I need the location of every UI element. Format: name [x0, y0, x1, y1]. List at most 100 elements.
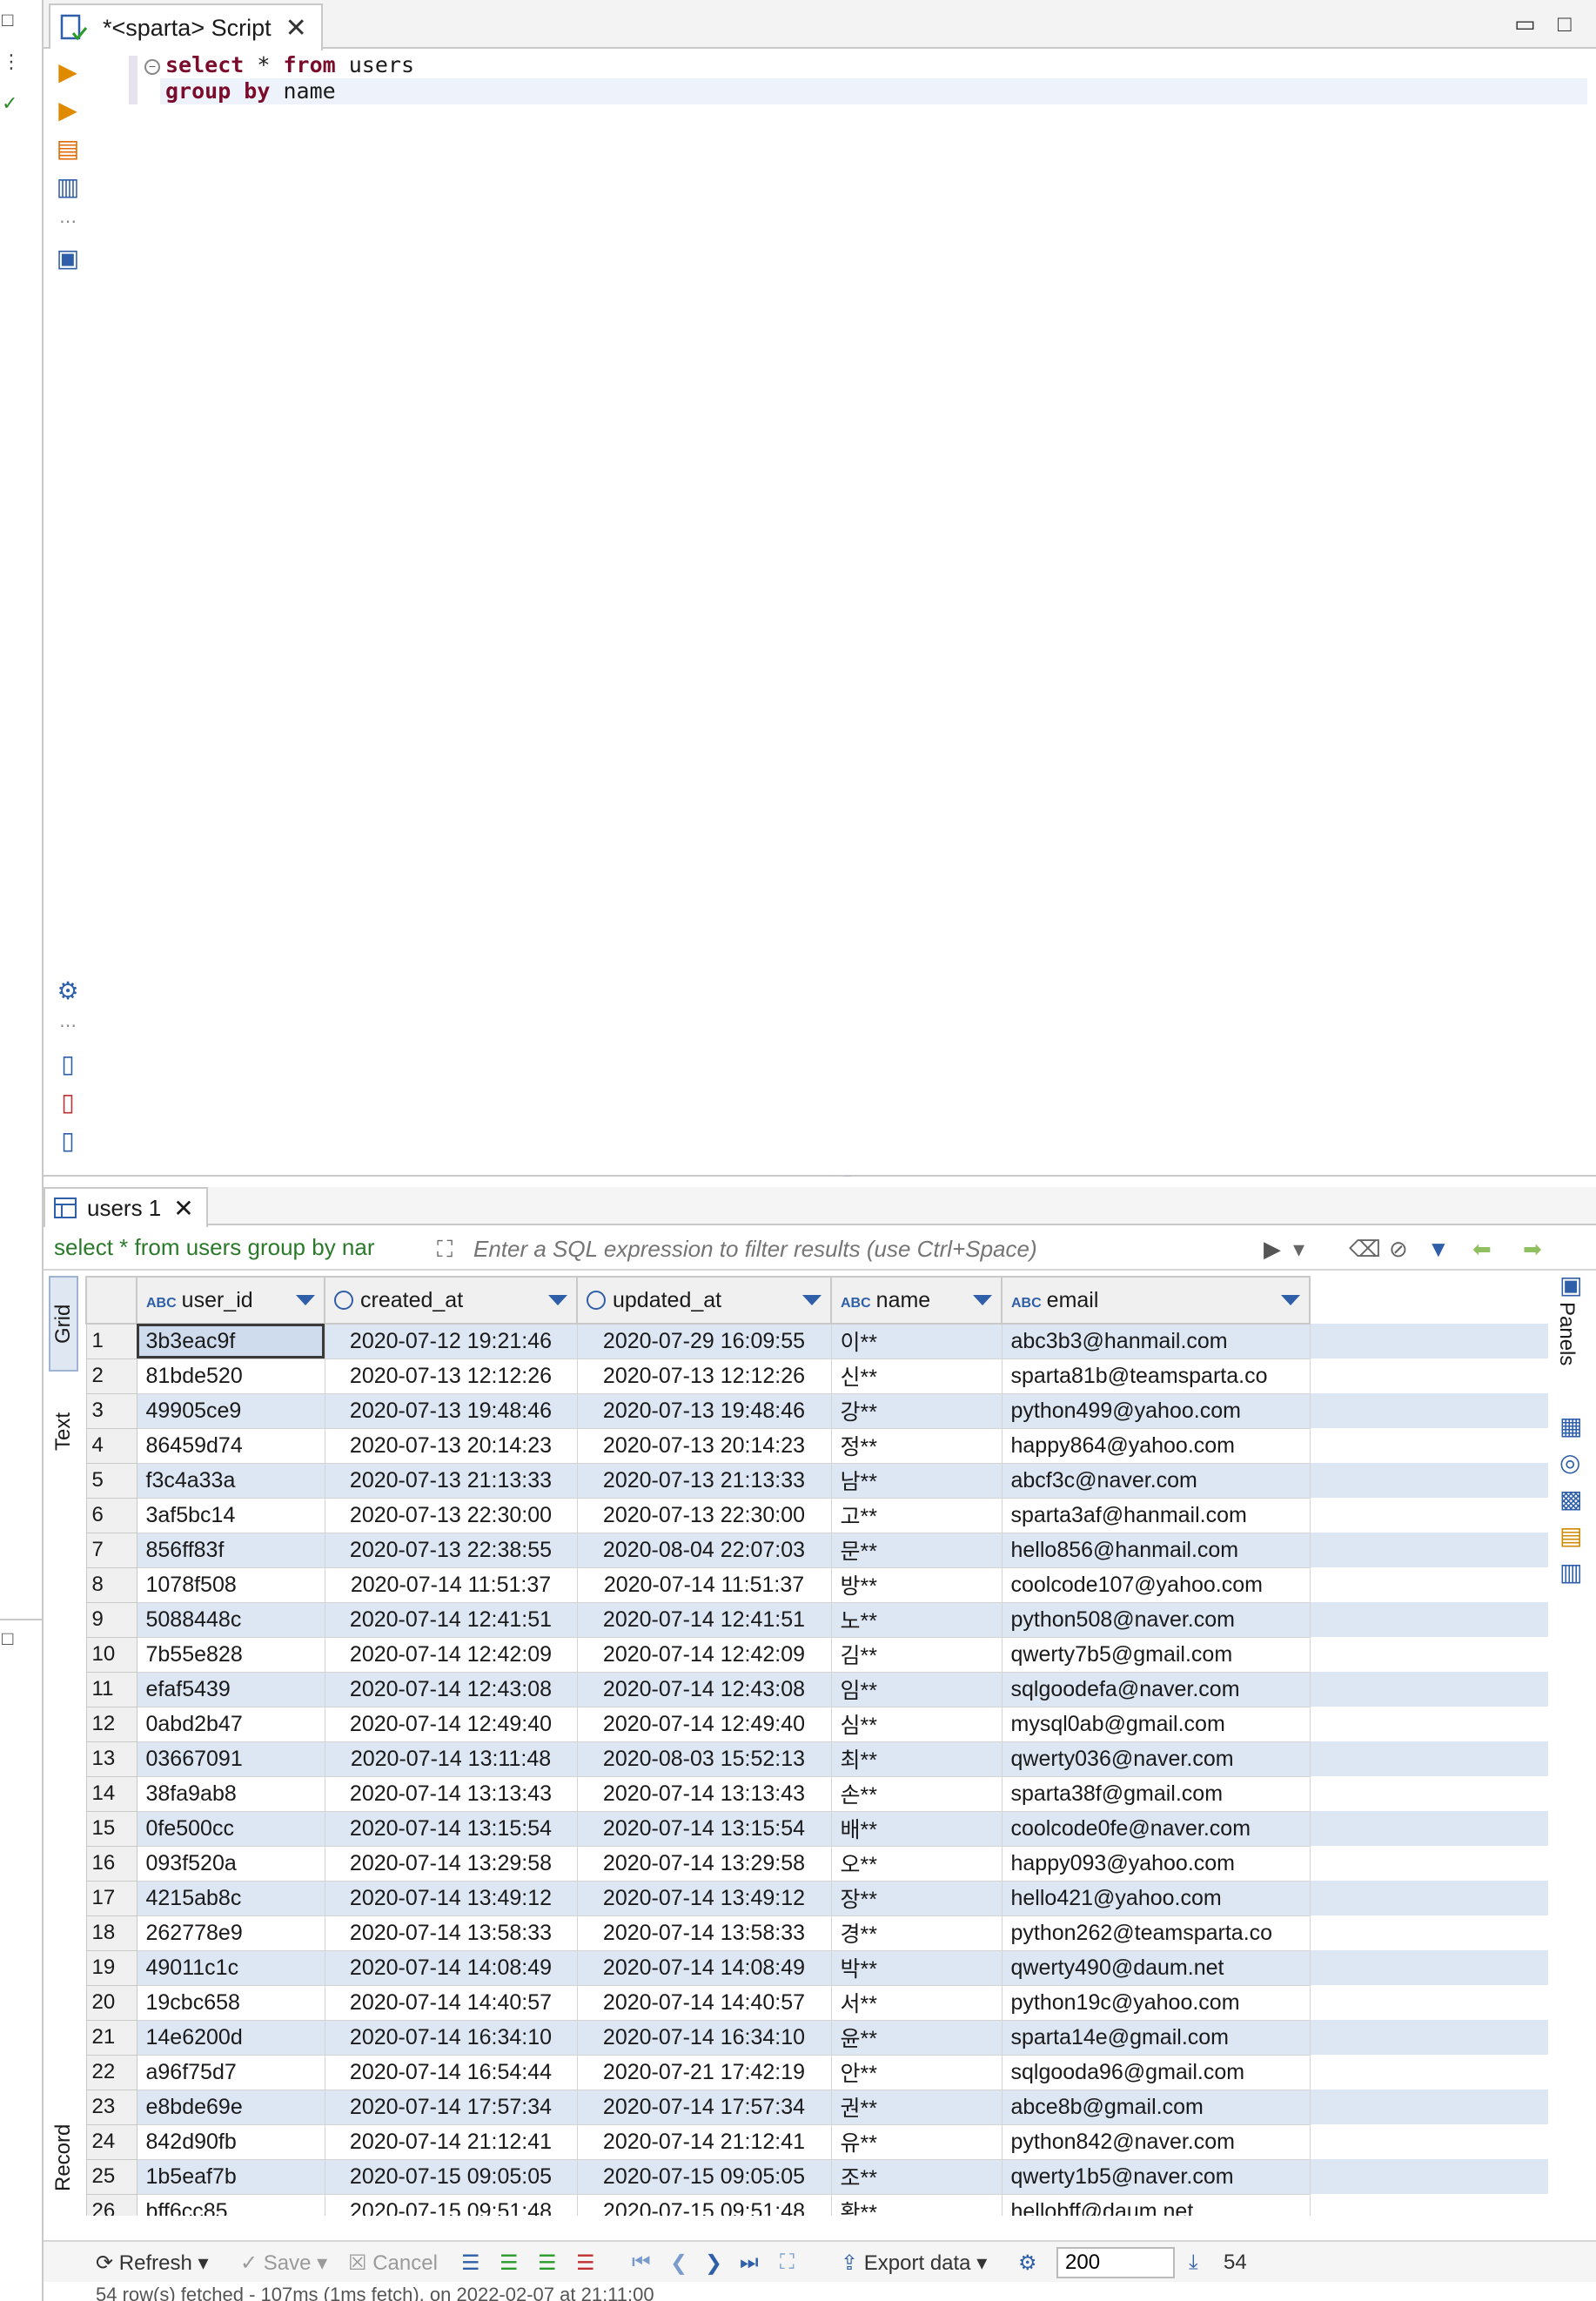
fetch-all-icon[interactable]: ⛶	[780, 2251, 795, 2275]
execute-new-tab-icon[interactable]: ▶	[52, 94, 84, 125]
next-page-icon[interactable]: ❯	[705, 2251, 722, 2276]
cell-updated-at[interactable]: 2020-07-14 11:51:37	[576, 1566, 832, 1603]
cell-email[interactable]: abce8b@gmail.com	[1001, 2089, 1311, 2125]
cell-created-at[interactable]: 2020-07-13 12:12:26	[324, 1358, 578, 1394]
table-row[interactable]: 4 86459d74 2020-07-13 20:14:23 2020-07-13 2…	[85, 1427, 1548, 1464]
explain-plan-icon[interactable]: ▥	[52, 171, 84, 202]
cell-name[interactable]: 안**	[830, 2054, 1003, 2090]
cell-user-id[interactable]: 4215ab8c	[136, 1880, 325, 1916]
cell-email[interactable]: sparta38f@gmail.com	[1001, 1775, 1311, 1812]
table-row[interactable]: 11 efaf5439 2020-07-14 12:43:08 2020-07-14 …	[85, 1671, 1548, 1707]
cell-email[interactable]: sqlgoodefa@naver.com	[1001, 1671, 1311, 1707]
gear-icon[interactable]: ⚙	[52, 975, 84, 1006]
cell-user-id[interactable]: 86459d74	[136, 1427, 325, 1464]
cell-created-at[interactable]: 2020-07-14 11:51:37	[324, 1566, 578, 1603]
table-row[interactable]: 10 7b55e828 2020-07-14 12:42:09 2020-07-14 …	[85, 1636, 1548, 1673]
cell-created-at[interactable]: 2020-07-13 22:38:55	[324, 1532, 578, 1568]
row-number[interactable]: 26	[85, 2193, 137, 2216]
gear-icon[interactable]: ⚙	[1018, 2251, 1037, 2276]
row-number[interactable]: 22	[85, 2054, 137, 2090]
back-arrow-icon[interactable]: ⬅	[1472, 1236, 1492, 1263]
row-number[interactable]: 20	[85, 1984, 137, 2021]
corner-cell[interactable]	[85, 1276, 137, 1325]
table-row[interactable]: 19 49011c1c 2020-07-14 14:08:49 2020-07-14 …	[85, 1949, 1548, 1986]
cell-name[interactable]: 강**	[830, 1392, 1003, 1429]
row-number[interactable]: 8	[85, 1566, 137, 1603]
row-number[interactable]: 24	[85, 2123, 137, 2160]
table-row[interactable]: 1 3b3eac9f 2020-07-12 19:21:46 2020-07-29 1…	[85, 1323, 1548, 1359]
cell-updated-at[interactable]: 2020-08-04 22:07:03	[576, 1532, 832, 1568]
cell-name[interactable]: 경**	[830, 1915, 1003, 1951]
column-header-email[interactable]: ABC email	[1001, 1276, 1311, 1325]
commit-check-icon[interactable]: ✓	[2, 92, 17, 115]
cell-created-at[interactable]: 2020-07-14 12:49:40	[324, 1706, 578, 1742]
cell-user-id[interactable]: 3af5bc14	[136, 1497, 325, 1533]
table-row[interactable]: 18 262778e9 2020-07-14 13:58:33 2020-07-14 …	[85, 1915, 1548, 1951]
cell-email[interactable]: qwerty036@naver.com	[1001, 1741, 1311, 1777]
cell-name[interactable]: 배**	[830, 1810, 1003, 1847]
row-number[interactable]: 21	[85, 2019, 137, 2056]
cell-updated-at[interactable]: 2020-07-14 14:40:57	[576, 1984, 832, 2021]
row-number[interactable]: 19	[85, 1949, 137, 1986]
cell-updated-at[interactable]: 2020-07-14 12:49:40	[576, 1706, 832, 1742]
sort-arrow-icon[interactable]	[296, 1295, 315, 1305]
row-number[interactable]: 12	[85, 1706, 137, 1742]
cell-user-id[interactable]: 0abd2b47	[136, 1706, 325, 1742]
cell-email[interactable]: python499@yahoo.com	[1001, 1392, 1311, 1429]
cell-name[interactable]: 고**	[830, 1497, 1003, 1533]
row-number[interactable]: 10	[85, 1636, 137, 1673]
table-row[interactable]: 21 14e6200d 2020-07-14 16:34:10 2020-07-14 …	[85, 2019, 1548, 2056]
table-row[interactable]: 12 0abd2b47 2020-07-14 12:49:40 2020-07-14 …	[85, 1706, 1548, 1742]
cell-updated-at[interactable]: 2020-07-13 22:30:00	[576, 1497, 832, 1533]
row-number[interactable]: 16	[85, 1845, 137, 1882]
cell-user-id[interactable]: 7b55e828	[136, 1636, 325, 1673]
export-file-icon[interactable]: ▯	[52, 1048, 84, 1079]
minimize-icon[interactable]: ▭	[1514, 10, 1536, 37]
cell-user-id[interactable]: 3b3eac9f	[136, 1323, 325, 1359]
cell-updated-at[interactable]: 2020-07-14 13:13:43	[576, 1775, 832, 1812]
table-row[interactable]: 6 3af5bc14 2020-07-13 22:30:00 2020-07-13 2…	[85, 1497, 1548, 1533]
row-number[interactable]: 1	[85, 1323, 137, 1359]
edit-row-icon[interactable]: ☰	[461, 2251, 480, 2276]
cell-email[interactable]: qwerty7b5@gmail.com	[1001, 1636, 1311, 1673]
cell-name[interactable]: 정**	[830, 1427, 1003, 1464]
cell-name[interactable]: 문**	[830, 1532, 1003, 1568]
layout-icon[interactable]: ▥	[1559, 1558, 1586, 1586]
cell-created-at[interactable]: 2020-07-14 14:08:49	[324, 1949, 578, 1986]
cell-updated-at[interactable]: 2020-07-13 12:12:26	[576, 1358, 832, 1394]
cell-updated-at[interactable]: 2020-07-21 17:42:19	[576, 2054, 832, 2090]
first-page-icon[interactable]: ⏮	[632, 2251, 651, 2275]
close-icon[interactable]: ✕	[285, 13, 307, 44]
cell-created-at[interactable]: 2020-07-14 12:42:09	[324, 1636, 578, 1673]
cell-created-at[interactable]: 2020-07-14 16:54:44	[324, 2054, 578, 2090]
cell-name[interactable]: 유**	[830, 2123, 1003, 2160]
filter-input[interactable]	[473, 1232, 1300, 1265]
value-viewer-icon[interactable]: ▦	[1559, 1412, 1586, 1439]
row-number[interactable]: 7	[85, 1532, 137, 1568]
table-row[interactable]: 17 4215ab8c 2020-07-14 13:49:12 2020-07-14 …	[85, 1880, 1548, 1916]
cell-updated-at[interactable]: 2020-07-14 13:49:12	[576, 1880, 832, 1916]
cell-created-at[interactable]: 2020-07-14 13:11:48	[324, 1741, 578, 1777]
cell-user-id[interactable]: 19cbc658	[136, 1984, 325, 2021]
apply-filter-icon[interactable]: ▶	[1264, 1236, 1281, 1263]
column-header-user-id[interactable]: ABC user_id	[136, 1276, 325, 1325]
table-row[interactable]: 16 093f520a 2020-07-14 13:29:58 2020-07-14 …	[85, 1845, 1548, 1882]
cell-created-at[interactable]: 2020-07-15 09:51:48	[324, 2193, 578, 2216]
cell-name[interactable]: 황**	[830, 2193, 1003, 2216]
row-number[interactable]: 11	[85, 1671, 137, 1707]
table-row[interactable]: 15 0fe500cc 2020-07-14 13:15:54 2020-07-14 …	[85, 1810, 1548, 1847]
row-count-icon[interactable]: ⤓	[1189, 2251, 1198, 2275]
forward-arrow-icon[interactable]: ➡	[1523, 1236, 1542, 1263]
cell-user-id[interactable]: 03667091	[136, 1741, 325, 1777]
close-icon[interactable]: ✕	[173, 1194, 193, 1223]
cell-user-id[interactable]: 81bde520	[136, 1358, 325, 1394]
calc-icon[interactable]: ▤	[1559, 1521, 1586, 1549]
row-number[interactable]: 25	[85, 2158, 137, 2195]
cell-name[interactable]: 노**	[830, 1601, 1003, 1638]
execute-script-icon[interactable]: ▤	[52, 132, 84, 164]
add-row-icon[interactable]: ☰	[500, 2251, 519, 2276]
cell-name[interactable]: 조**	[830, 2158, 1003, 2195]
fold-toggle-icon[interactable]: −	[144, 59, 160, 75]
expand-filter-icon[interactable]: ⛶	[437, 1236, 453, 1264]
cell-user-id[interactable]: 093f520a	[136, 1845, 325, 1882]
